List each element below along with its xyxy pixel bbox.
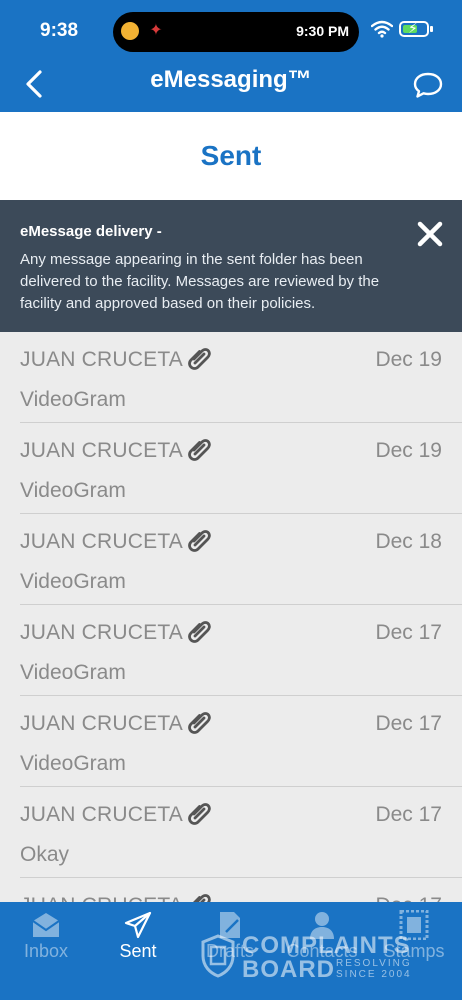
paperclip-icon bbox=[188, 530, 211, 552]
app-header: 9:38 ✦ 9:30 PM ⚡ eMessaging™ bbox=[0, 0, 462, 112]
message-sender: JUAN CRUCETA bbox=[20, 621, 184, 644]
message-row[interactable]: JUAN CRUCETA Dec 19 VideoGram bbox=[0, 332, 462, 423]
paperclip-icon bbox=[188, 348, 211, 370]
bottom-tab-bar: Inbox Sent Drafts Contacts Stamps bbox=[0, 902, 462, 1000]
chat-bubble-icon bbox=[413, 72, 443, 98]
message-subject: VideoGram bbox=[20, 661, 126, 684]
close-icon bbox=[417, 221, 443, 247]
banner-title: eMessage delivery - bbox=[20, 223, 162, 240]
tab-contacts-label: Contacts bbox=[286, 941, 358, 961]
stamp-icon bbox=[399, 910, 429, 940]
message-sender: JUAN CRUCETA bbox=[20, 712, 184, 735]
banner-text: Any message appearing in the sent folder… bbox=[20, 251, 380, 312]
tab-sent-label: Sent bbox=[119, 941, 157, 961]
draft-icon bbox=[220, 912, 240, 938]
message-sender: JUAN CRUCETA bbox=[20, 894, 183, 902]
message-subject: VideoGram bbox=[20, 752, 126, 775]
paperclip-icon bbox=[188, 621, 211, 643]
status-time: 9:38 bbox=[40, 20, 79, 41]
person-icon bbox=[310, 912, 334, 939]
paperclip-icon bbox=[188, 439, 211, 461]
message-row[interactable]: JUAN CRUCETA Dec 17 bbox=[0, 878, 462, 902]
message-date: Dec 19 bbox=[375, 348, 442, 371]
message-sender: JUAN CRUCETA bbox=[20, 439, 184, 462]
close-banner-button[interactable] bbox=[413, 217, 447, 251]
message-row[interactable]: JUAN CRUCETA Dec 17 VideoGram bbox=[0, 696, 462, 787]
message-date: Dec 18 bbox=[375, 530, 442, 553]
message-subject: VideoGram bbox=[20, 570, 126, 593]
tab-drafts[interactable]: Drafts bbox=[184, 902, 276, 1000]
message-sender: JUAN CRUCETA bbox=[20, 348, 184, 371]
tab-sent[interactable]: Sent bbox=[92, 902, 184, 1000]
message-date: Dec 19 bbox=[375, 439, 442, 462]
message-row[interactable]: JUAN CRUCETA Dec 18 VideoGram bbox=[0, 514, 462, 605]
envelope-icon bbox=[32, 913, 60, 937]
wifi-icon bbox=[371, 20, 393, 38]
message-sender: JUAN CRUCETA bbox=[20, 803, 184, 826]
message-row[interactable]: JUAN CRUCETA Dec 17 VideoGram bbox=[0, 605, 462, 696]
app-title: eMessaging™ bbox=[150, 66, 312, 93]
message-subject: VideoGram bbox=[20, 479, 126, 502]
message-date: Dec 17 bbox=[375, 803, 442, 826]
tab-inbox-label: Inbox bbox=[23, 941, 69, 961]
basketball-icon bbox=[121, 22, 139, 40]
message-sender: JUAN CRUCETA bbox=[20, 530, 184, 553]
dynamic-island: ✦ 9:30 PM bbox=[113, 12, 359, 52]
tab-stamps[interactable]: Stamps bbox=[368, 902, 460, 1000]
message-row[interactable]: JUAN CRUCETA Dec 17 Okay bbox=[0, 787, 462, 878]
paperclip-icon bbox=[188, 712, 211, 734]
tab-stamps-label: Stamps bbox=[383, 941, 445, 961]
tab-contacts[interactable]: Contacts bbox=[276, 902, 368, 1000]
message-date: Dec 17 bbox=[375, 712, 442, 735]
battery-icon: ⚡ bbox=[399, 20, 433, 37]
paper-plane-icon bbox=[124, 911, 152, 939]
message-list: JUAN CRUCETA Dec 19 VideoGram JUAN CRUCETA D… bbox=[0, 332, 462, 902]
info-banner: eMessage delivery - Any message appearin… bbox=[0, 200, 462, 332]
page-title: Sent bbox=[200, 140, 262, 171]
message-date: Dec 17 bbox=[375, 621, 442, 644]
message-date: Dec 17 bbox=[375, 894, 442, 902]
tab-inbox[interactable]: Inbox bbox=[0, 902, 92, 1000]
tab-drafts-label: Drafts bbox=[205, 941, 254, 961]
message-subject: VideoGram bbox=[20, 388, 126, 411]
title-band: Sent bbox=[0, 112, 462, 200]
paperclip-icon bbox=[193, 894, 211, 902]
chat-button[interactable] bbox=[412, 70, 444, 100]
paperclip-icon bbox=[188, 803, 211, 825]
message-row[interactable]: JUAN CRUCETA Dec 19 VideoGram bbox=[0, 423, 462, 514]
island-time: 9:30 PM bbox=[296, 23, 349, 39]
player-icon: ✦ bbox=[149, 22, 163, 39]
message-subject: Okay bbox=[20, 843, 70, 866]
